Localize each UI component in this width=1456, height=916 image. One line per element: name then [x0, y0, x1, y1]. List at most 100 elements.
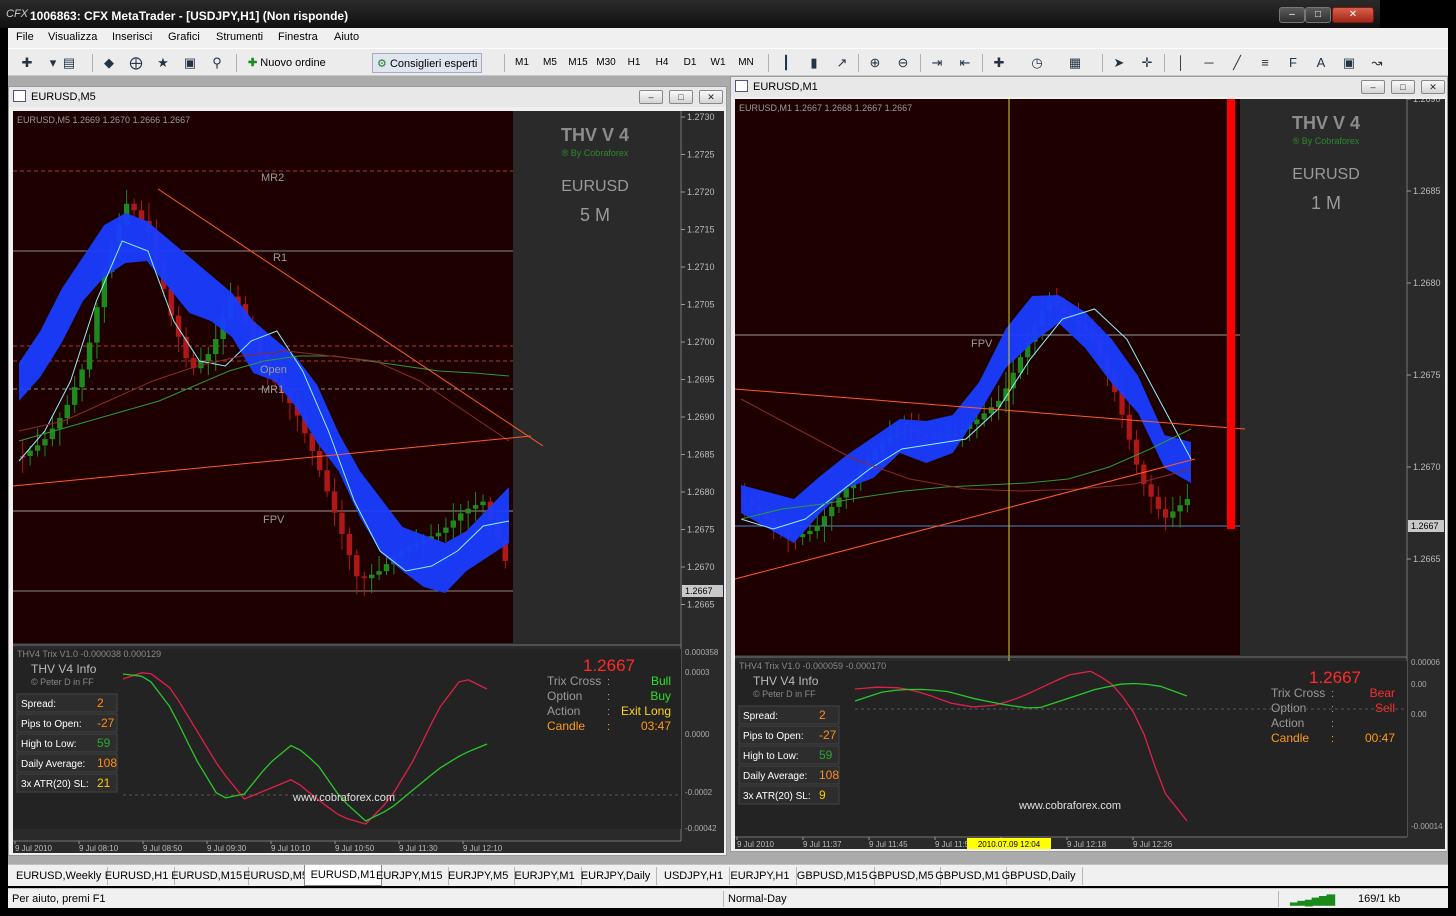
chart-close-button[interactable]: ✕: [699, 90, 723, 104]
new-order-button[interactable]: ✚ Nuovo ordine: [244, 53, 330, 73]
terminal-icon[interactable]: ▣: [179, 53, 201, 73]
chart-tab[interactable]: EURJPY,Daily: [575, 867, 658, 885]
signal-value: Exit Long: [621, 704, 671, 718]
trix-scale-label: 0.00: [1411, 680, 1427, 689]
toolbar: ✚ ▾ ▤ ◆ ⨁ ★ ▣ ⚲ ✚ Nuovo ordine ⚙ Consigl…: [8, 48, 1448, 76]
menu-finestra[interactable]: Finestra: [278, 31, 318, 43]
menu-bar: File Visualizza Inserisci Grafici Strume…: [8, 28, 1448, 48]
chart-minimize-button[interactable]: –: [1361, 80, 1385, 94]
chart-window-eurusd-m1[interactable]: EURUSD,M1 – □ ✕ EURUSD,M1 1.2667 1.2668 …: [730, 76, 1448, 852]
candle-body: [981, 413, 987, 420]
info-row-value: -27: [97, 716, 115, 730]
templates-icon[interactable]: ▦: [1064, 53, 1086, 73]
window-title: 1006863: CFX MetaTrader - [USDJPY,H1] (N…: [30, 9, 349, 23]
fibonacci-icon[interactable]: F: [1282, 53, 1304, 73]
new-chart-icon[interactable]: ✚: [16, 53, 38, 73]
chart-window-title: EURUSD,M5: [31, 91, 96, 103]
chart-tab[interactable]: EURUSD,H1: [99, 867, 176, 885]
close-button[interactable]: ✕: [1332, 7, 1374, 23]
market-watch-icon[interactable]: ◆: [98, 53, 120, 73]
indicators-icon[interactable]: ✚: [988, 53, 1010, 73]
candlestick-icon[interactable]: ▮: [803, 53, 825, 73]
signal-colon: :: [607, 706, 610, 718]
candle-body: [331, 491, 338, 513]
bar-chart-icon[interactable]: ┃: [775, 53, 797, 73]
chart-tab[interactable]: EURJPY,M5: [442, 867, 516, 885]
line-chart-icon[interactable]: ↗: [831, 53, 853, 73]
timeframe-m30[interactable]: M30: [593, 53, 619, 73]
candle-body: [205, 354, 212, 362]
timeframe-d1[interactable]: D1: [677, 53, 703, 73]
text-tool-icon[interactable]: A: [1310, 53, 1332, 73]
data-window-icon[interactable]: ⨁: [125, 53, 147, 73]
maximize-button[interactable]: □: [1305, 7, 1331, 23]
zoom-out-icon[interactable]: ⊖: [892, 53, 914, 73]
info-title: THV V4 Info: [31, 662, 97, 676]
candle-body: [450, 520, 457, 528]
candle-body: [213, 339, 219, 355]
panel-byline: ® By Cobraforex: [562, 148, 629, 158]
chart-canvas[interactable]: EURUSD,M1 1.2667 1.2668 1.2667 1.2667 1.2…: [735, 99, 1445, 849]
timeframe-mn[interactable]: MN: [733, 53, 759, 73]
expert-advisors-label: Consiglieri esperti: [389, 58, 478, 70]
candle-body: [974, 419, 980, 425]
expert-advisors-button[interactable]: ⚙ Consiglieri esperti: [372, 53, 483, 73]
price-label: 1.2675: [1413, 370, 1441, 380]
vertical-line-icon[interactable]: │: [1170, 53, 1192, 73]
timeframe-m5[interactable]: M5: [537, 53, 563, 73]
chart-tab[interactable]: EURJPY,H1: [724, 867, 797, 885]
menu-inserisci[interactable]: Inserisci: [112, 31, 152, 43]
periods-icon[interactable]: ◷: [1026, 53, 1048, 73]
horizontal-line-icon[interactable]: ─: [1198, 53, 1220, 73]
chart-close-button[interactable]: ✕: [1421, 80, 1445, 94]
menu-strumenti[interactable]: Strumenti: [216, 31, 263, 43]
chart-window-titlebar[interactable]: EURUSD,M1 – □ ✕: [731, 77, 1447, 97]
chart-tab[interactable]: EURUSD,Weekly: [10, 867, 109, 885]
timeframe-m15[interactable]: M15: [565, 53, 591, 73]
minimize-button[interactable]: –: [1279, 7, 1305, 23]
chart-minimize-button[interactable]: –: [639, 90, 663, 104]
timeframe-m1[interactable]: M1: [509, 53, 535, 73]
chart-maximize-button[interactable]: □: [669, 90, 693, 104]
timeframe-w1[interactable]: W1: [705, 53, 731, 73]
chart-tab[interactable]: USDJPY,H1: [658, 867, 731, 885]
crosshair-icon[interactable]: ✛: [1136, 53, 1158, 73]
chart-tab[interactable]: EURJPY,M1: [508, 867, 582, 885]
timeframe-h1[interactable]: H1: [621, 53, 647, 73]
time-label: 9 Jul 12:18: [1067, 840, 1107, 849]
cursor-icon[interactable]: ➤: [1108, 53, 1130, 73]
chart-window-titlebar[interactable]: EURUSD,M5 – □ ✕: [9, 87, 726, 107]
tester-icon[interactable]: ⚲: [206, 53, 228, 73]
autoscroll-icon[interactable]: ⇥: [926, 53, 948, 73]
text-label-icon[interactable]: ▣: [1338, 53, 1360, 73]
current-price-label: 1.2667: [1411, 521, 1439, 531]
chart-tabs-bar: EURUSD,Weekly EURUSD,H1 EURUSD,M15 EURUSD,M…: [8, 864, 1448, 886]
info-row-value: 108: [819, 768, 839, 782]
navigator-icon[interactable]: ★: [152, 53, 174, 73]
chart-window-eurusd-m5[interactable]: EURUSD,M5 – □ ✕ EURUSD,M5 1.2669 1.2670 …: [8, 86, 727, 856]
time-label: 9 Jul 08:50: [143, 844, 183, 853]
arrows-icon[interactable]: ↝: [1366, 53, 1388, 73]
timeframe-h4[interactable]: H4: [649, 53, 675, 73]
zoom-in-icon[interactable]: ⊕: [864, 53, 886, 73]
candle-body: [1126, 414, 1132, 440]
menu-aiuto[interactable]: Aiuto: [334, 31, 359, 43]
trendline-icon[interactable]: ╱: [1226, 53, 1248, 73]
chart-window-icon: [735, 80, 748, 92]
chart-tab[interactable]: EURJPY,M15: [370, 867, 450, 885]
menu-visualizza[interactable]: Visualizza: [48, 31, 97, 43]
menu-file[interactable]: File: [16, 31, 34, 43]
equidistant-channel-icon[interactable]: ≡: [1254, 53, 1276, 73]
price-label: 1.2685: [1413, 186, 1441, 196]
chart-shift-icon[interactable]: ⇤: [954, 53, 976, 73]
profiles-icon[interactable]: ▤: [58, 53, 80, 73]
chart-svg[interactable]: EURUSD,M5 1.2669 1.2670 1.2666 1.2667 1.2…: [13, 111, 724, 853]
chart-tab[interactable]: GBPUSD,Daily: [996, 867, 1083, 885]
chart-svg[interactable]: EURUSD,M1 1.2667 1.2668 1.2667 1.2667 1.2…: [735, 99, 1445, 849]
panel-byline: ® By Cobraforex: [1293, 136, 1360, 146]
panel-timeframe: 5 M: [580, 205, 610, 225]
menu-grafici[interactable]: Grafici: [168, 31, 200, 43]
crosshair-time-label: 2010.07.09 12:04: [978, 840, 1041, 849]
chart-maximize-button[interactable]: □: [1391, 80, 1415, 94]
chart-canvas[interactable]: EURUSD,M5 1.2669 1.2670 1.2666 1.2667 1.2…: [13, 111, 724, 853]
